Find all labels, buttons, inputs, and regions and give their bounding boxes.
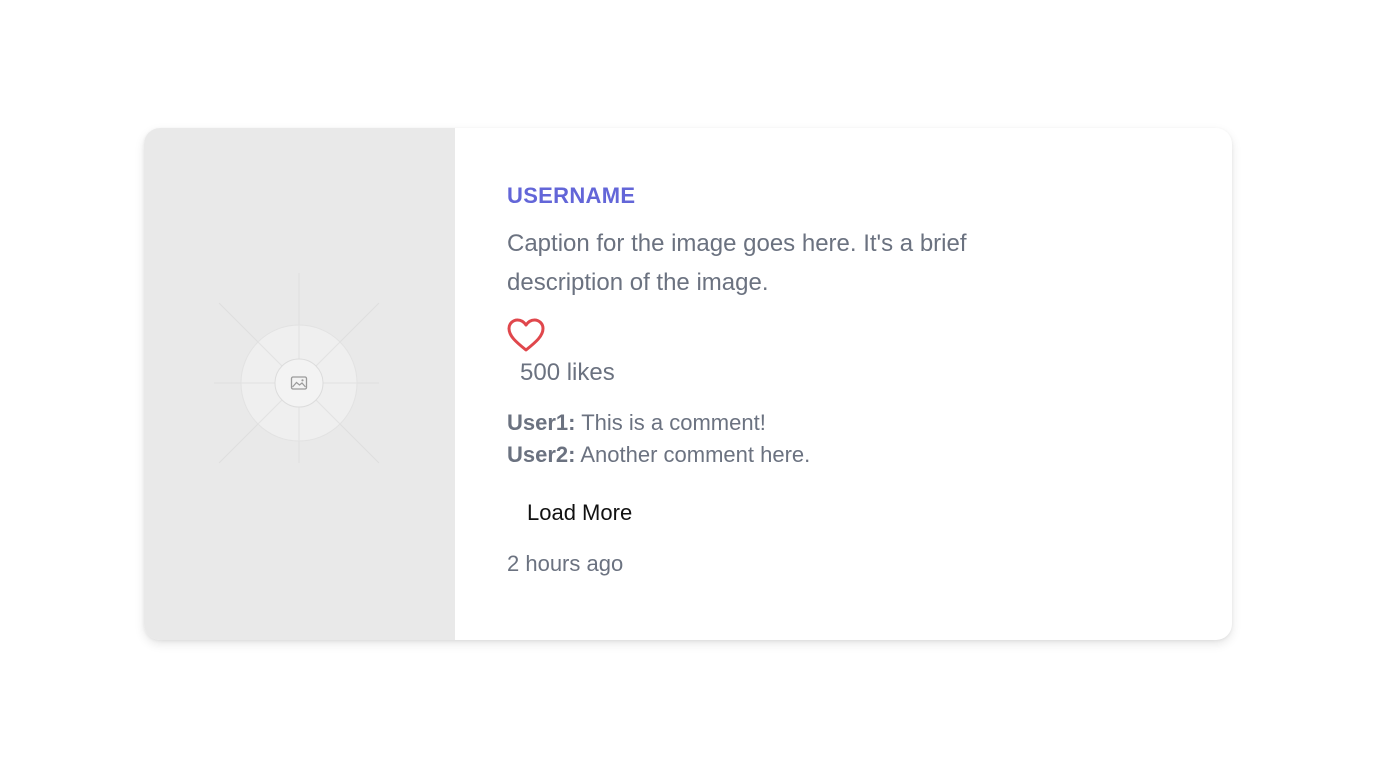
- comment-author[interactable]: User2:: [507, 442, 575, 467]
- image-placeholder-graphic: [214, 273, 380, 464]
- comment-author[interactable]: User1:: [507, 410, 575, 435]
- post-caption: Caption for the image goes here. It's a …: [507, 230, 967, 296]
- likes-count: 500 likes: [520, 359, 615, 386]
- comment-item: User2: Another comment here.: [507, 439, 1232, 471]
- load-more-button[interactable]: Load More: [513, 494, 647, 532]
- username[interactable]: USERNAME: [507, 183, 1232, 209]
- post-content: USERNAME Caption for the image goes here…: [455, 128, 1232, 640]
- heart-icon[interactable]: [507, 318, 545, 354]
- comments-list: User1: This is a comment! User2: Another…: [507, 407, 1232, 471]
- post-image-placeholder: [144, 128, 455, 640]
- comment-item: User1: This is a comment!: [507, 407, 1232, 439]
- comment-text: Another comment here.: [575, 442, 811, 467]
- post-timestamp: 2 hours ago: [507, 551, 624, 576]
- post-card: USERNAME Caption for the image goes here…: [144, 128, 1232, 640]
- comment-text: This is a comment!: [575, 410, 766, 435]
